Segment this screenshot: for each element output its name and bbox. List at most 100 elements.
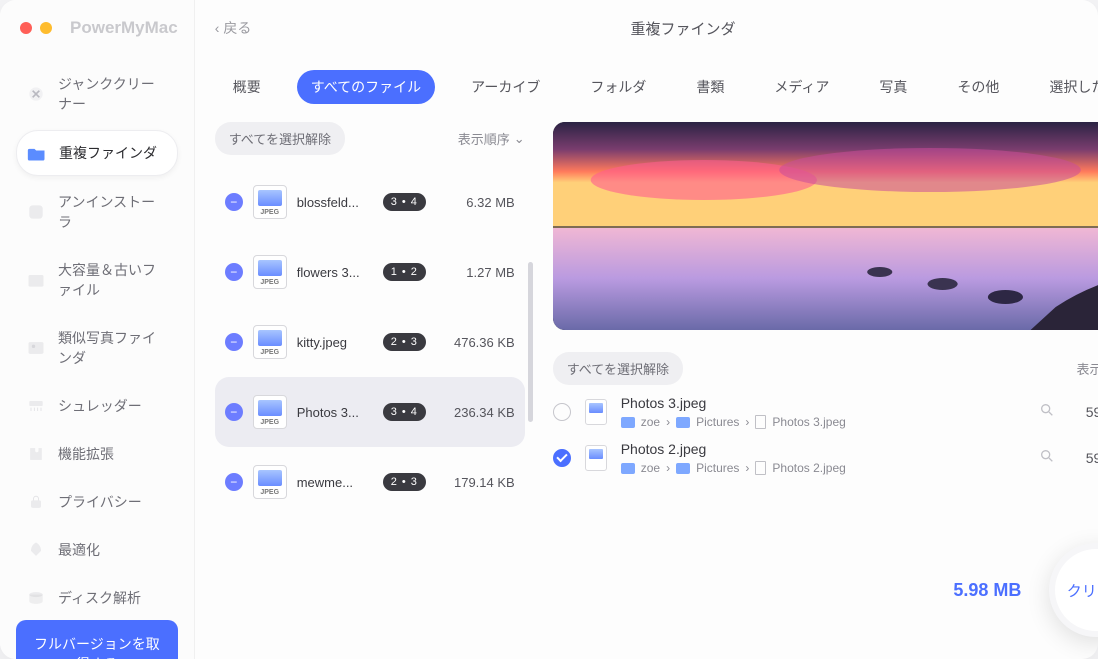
app-window: PowerMyMac ジャンククリーナー 重複ファインダ アンインストーラ 大容…: [0, 0, 1098, 659]
sort-label: 表示順序: [1076, 359, 1098, 378]
tab-folders[interactable]: フォルダ: [576, 70, 660, 104]
folder-icon: [621, 463, 635, 474]
collapse-icon[interactable]: −: [225, 473, 243, 491]
sidebar: PowerMyMac ジャンククリーナー 重複ファインダ アンインストーラ 大容…: [0, 0, 195, 659]
deselect-all-button[interactable]: すべてを選択解除: [215, 122, 345, 155]
sidebar-item-label: 重複ファインダ: [59, 143, 157, 163]
file-path: zoe › Pictures › Photos 3.jpeg: [621, 415, 1026, 429]
group-row[interactable]: − JPEG blossfeld... 3 • 4 6.32 MB: [215, 167, 525, 237]
sidebar-item-label: プライバシー: [58, 492, 142, 512]
main: ‹ 戻る 重複ファインダ ? 概要 すべてのファイル アーカイブ フォルダ 書類…: [195, 0, 1098, 659]
shredder-icon: [26, 396, 46, 416]
sidebar-item-large-old-files[interactable]: 大容量＆古いファイル: [16, 248, 178, 312]
image-preview: [553, 122, 1098, 330]
lock-icon: [26, 492, 46, 512]
sidebar-item-label: ディスク解析: [58, 588, 141, 608]
groups-toolbar: すべてを選択解除 表示順序 ⌄: [215, 122, 525, 155]
sidebar-item-junk-cleaner[interactable]: ジャンククリーナー: [16, 62, 178, 126]
deselect-all-detail-button[interactable]: すべてを選択解除: [553, 352, 683, 385]
sidebar-item-label: シュレッダー: [58, 396, 142, 416]
tab-archives[interactable]: アーカイブ: [457, 70, 554, 104]
close-window-button[interactable]: [20, 22, 32, 34]
chevron-left-icon: ‹: [215, 20, 220, 36]
tab-documents[interactable]: 書類: [682, 70, 738, 104]
disk-icon: [26, 588, 46, 608]
collapse-icon[interactable]: −: [225, 403, 243, 421]
group-filename: kitty.jpeg: [297, 335, 373, 350]
tab-photos[interactable]: 写真: [865, 70, 921, 104]
sidebar-item-optimize[interactable]: 最適化: [16, 528, 178, 572]
reveal-in-finder-button[interactable]: [1039, 402, 1055, 423]
file-thumb-icon: JPEG: [253, 185, 287, 219]
page-title: 重複ファインダ: [631, 18, 736, 39]
scrollbar[interactable]: [528, 262, 533, 422]
sort-detail-button[interactable]: 表示順序 ⌄: [1076, 359, 1098, 378]
group-filename: mewme...: [297, 475, 373, 490]
collapse-icon[interactable]: −: [225, 333, 243, 351]
group-row[interactable]: − JPEG mewme... 2 • 3 179.14 KB: [215, 447, 525, 517]
file-row[interactable]: Photos 2.jpeg zoe › Pictures › Photos 2.…: [553, 441, 1098, 475]
group-size: 236.34 KB: [436, 405, 515, 420]
folder-icon: [676, 417, 690, 428]
app-name: PowerMyMac: [70, 18, 178, 38]
sidebar-item-duplicate-finder[interactable]: 重複ファインダ: [16, 130, 178, 176]
file-size: 59.09 KB: [1069, 404, 1098, 420]
rocket-icon: [26, 540, 46, 560]
duplicate-groups-panel: すべてを選択解除 表示順序 ⌄ − JPEG blossfeld... 3 • …: [195, 122, 535, 659]
sort-button[interactable]: 表示順序 ⌄: [458, 129, 525, 148]
file-info: Photos 2.jpeg zoe › Pictures › Photos 2.…: [621, 441, 1026, 475]
count-badge: 3 • 4: [383, 193, 426, 211]
tab-overview[interactable]: 概要: [219, 70, 275, 104]
sidebar-item-privacy[interactable]: プライバシー: [16, 480, 178, 524]
puzzle-icon: [26, 444, 46, 464]
sort-label: 表示順序: [458, 129, 510, 148]
collapse-icon[interactable]: −: [225, 263, 243, 281]
count-badge: 3 • 4: [383, 403, 426, 421]
checkbox[interactable]: [553, 449, 571, 467]
reveal-in-finder-button[interactable]: [1039, 448, 1055, 469]
get-full-version-button[interactable]: フルバージョンを取得する: [16, 620, 178, 659]
sidebar-item-similar-photos[interactable]: 類似写真ファインダ: [16, 316, 178, 380]
collapse-icon[interactable]: −: [225, 193, 243, 211]
group-row[interactable]: − JPEG kitty.jpeg 2 • 3 476.36 KB: [215, 307, 525, 377]
file-name: Photos 2.jpeg: [621, 441, 1026, 457]
group-filename: flowers 3...: [297, 265, 373, 280]
tab-selected[interactable]: 選択した項目: [1035, 70, 1098, 104]
sidebar-item-shredder[interactable]: シュレッダー: [16, 384, 178, 428]
file-row[interactable]: Photos 3.jpeg zoe › Pictures › Photos 3.…: [553, 395, 1098, 429]
tab-other[interactable]: その他: [943, 70, 1013, 104]
sidebar-item-label: 最適化: [58, 540, 100, 560]
file-path: zoe › Pictures › Photos 2.jpeg: [621, 461, 1026, 475]
group-row[interactable]: − JPEG flowers 3... 1 • 2 1.27 MB: [215, 237, 525, 307]
sidebar-item-label: 類似写真ファインダ: [58, 328, 168, 368]
image-icon: [26, 338, 46, 358]
folder-icon: [621, 417, 635, 428]
file-thumb-icon: JPEG: [253, 395, 287, 429]
sidebar-item-uninstaller[interactable]: アンインストーラ: [16, 180, 178, 244]
group-filename: blossfeld...: [297, 195, 373, 210]
box-icon: [26, 270, 46, 290]
file-thumb-icon: JPEG: [253, 465, 287, 499]
back-label: 戻る: [223, 18, 251, 38]
back-button[interactable]: ‹ 戻る: [215, 18, 252, 38]
count-badge: 2 • 3: [383, 473, 426, 491]
file-icon: [755, 415, 766, 429]
checkbox[interactable]: [553, 403, 571, 421]
total-size: 5.98 MB: [953, 580, 1021, 601]
sidebar-item-label: 大容量＆古いファイル: [58, 260, 168, 300]
app-icon: [26, 202, 46, 222]
tab-all-files[interactable]: すべてのファイル: [297, 70, 435, 104]
group-row[interactable]: − JPEG Photos 3... 3 • 4 236.34 KB: [215, 377, 525, 447]
tab-media[interactable]: メディア: [760, 70, 843, 104]
folder-duplicate-icon: [27, 143, 47, 163]
group-filename: Photos 3...: [297, 405, 373, 420]
group-size: 6.32 MB: [436, 195, 515, 210]
sidebar-nav: ジャンククリーナー 重複ファインダ アンインストーラ 大容量＆古いファイル 類似…: [16, 62, 178, 620]
minimize-window-button[interactable]: [40, 22, 52, 34]
file-thumb-icon: JPEG: [253, 325, 287, 359]
file-name: Photos 3.jpeg: [621, 395, 1026, 411]
sidebar-item-disk-analyzer[interactable]: ディスク解析: [16, 576, 178, 620]
sidebar-item-label: アンインストーラ: [58, 192, 168, 232]
clean-button[interactable]: クリーン: [1049, 543, 1098, 637]
sidebar-item-extensions[interactable]: 機能拡張: [16, 432, 178, 476]
